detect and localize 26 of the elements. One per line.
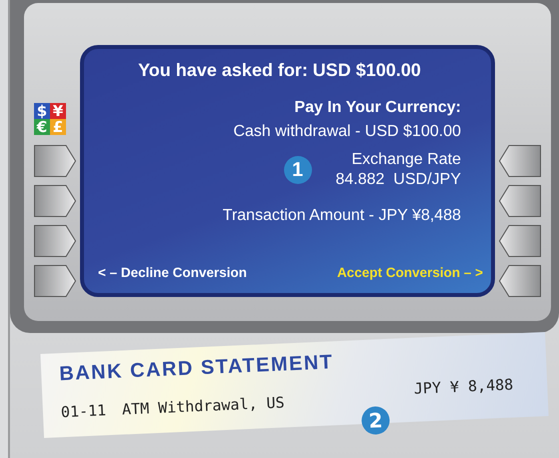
atm-side-key[interactable] <box>34 145 76 177</box>
atm-side-key[interactable] <box>34 265 76 297</box>
exchange-rate-value: 84.882 USD/JPY <box>336 170 461 190</box>
screen-heading: Pay In Your Currency: <box>293 98 461 118</box>
exchange-rate-label: Exchange Rate <box>350 150 461 170</box>
atm-side-key[interactable] <box>34 225 76 257</box>
screen-title: You have asked for: USD $100.00 <box>137 59 422 82</box>
withdrawal-text: Cash withdrawal - USD $100.00 <box>232 122 461 142</box>
currency-symbol: £ <box>50 119 66 135</box>
atm-side-key[interactable] <box>499 265 541 297</box>
accept-conversion-button[interactable]: Accept Conversion – > <box>337 262 483 283</box>
callout-number: 2 <box>361 405 390 435</box>
atm-side-key[interactable] <box>34 185 76 217</box>
decline-conversion-button[interactable]: < – Decline Conversion <box>98 262 247 283</box>
statement-amount: JPY ¥ 8,488 <box>413 374 514 400</box>
transaction-amount-text: Transaction Amount - JPY ¥8,488 <box>222 206 461 226</box>
currency-symbol: ¥ <box>50 103 66 119</box>
atm-side-key[interactable] <box>499 225 541 257</box>
statement-description: ATM Withdrawal, US <box>122 392 285 421</box>
statement-title: BANK CARD STATEMENT <box>58 350 335 388</box>
callout-number: 1 <box>284 156 312 184</box>
currency-symbol: € <box>34 119 50 135</box>
currency-symbol: $ <box>34 103 50 119</box>
atm-side-key[interactable] <box>499 185 541 217</box>
atm-side-key[interactable] <box>499 145 541 177</box>
statement-date: 01-11 <box>60 400 107 424</box>
